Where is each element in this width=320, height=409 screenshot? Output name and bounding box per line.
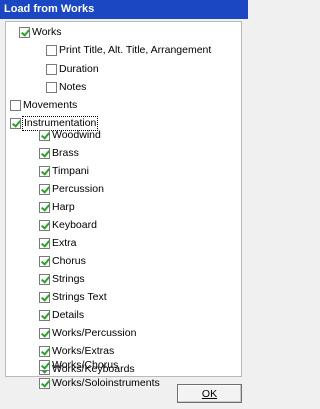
tree-item-label: Works — [32, 26, 62, 38]
checkbox-works-chorus[interactable] — [39, 360, 50, 371]
tree-item-label: Works/Chorus — [52, 359, 119, 371]
tree-item-works-extras[interactable]: Works/Extras — [39, 345, 114, 358]
tree-item-label: Chorus — [52, 255, 86, 267]
options-tree: Works Print Title, Alt. Title, Arrangeme… — [5, 21, 242, 377]
tree-item-notes[interactable]: Notes — [46, 81, 86, 94]
tree-item-harp[interactable]: Harp — [39, 201, 75, 214]
checkbox-strings-text[interactable] — [39, 292, 50, 303]
tree-item-movements[interactable]: Movements — [10, 99, 77, 112]
tree-item-label: Strings — [52, 273, 85, 285]
checkbox-extra[interactable] — [39, 238, 50, 249]
checkbox-brass[interactable] — [39, 148, 50, 159]
tree-item-duration[interactable]: Duration — [46, 63, 99, 76]
tree-item-label: Print Title, Alt. Title, Arrangement — [59, 44, 212, 56]
checkbox-woodwind[interactable] — [39, 130, 50, 141]
tree-item-label: Harp — [52, 201, 75, 213]
tree-item-strings[interactable]: Strings — [39, 273, 85, 286]
window-title: Load from Works — [0, 0, 248, 19]
checkbox-chorus[interactable] — [39, 256, 50, 267]
tree-item-works-chorus[interactable]: Works/Chorus — [39, 359, 118, 372]
checkbox-percussion[interactable] — [39, 184, 50, 195]
checkbox-works-extras[interactable] — [39, 346, 50, 357]
checkbox-timpani[interactable] — [39, 166, 50, 177]
checkbox-duration[interactable] — [46, 64, 57, 75]
tree-item-details[interactable]: Details — [39, 309, 84, 322]
checkbox-print-title[interactable] — [46, 45, 57, 56]
tree-item-label: Details — [52, 309, 85, 321]
tree-item-chorus[interactable]: Chorus — [39, 255, 86, 268]
tree-item-label: Works/Percussion — [52, 327, 137, 339]
tree-item-strings-text[interactable]: Strings Text — [39, 291, 107, 304]
checkbox-details[interactable] — [39, 310, 50, 321]
checkbox-keyboard[interactable] — [39, 220, 50, 231]
tree-item-label: Brass — [52, 147, 79, 159]
checkbox-instrumentation[interactable] — [10, 118, 21, 129]
tree-item-keyboard[interactable]: Keyboard — [39, 219, 97, 232]
checkbox-works-percussion[interactable] — [39, 328, 50, 339]
tree-item-label: Timpani — [52, 165, 89, 177]
tree-item-timpani[interactable]: Timpani — [39, 165, 89, 178]
tree-item-extra[interactable]: Extra — [39, 237, 77, 250]
checkbox-strings[interactable] — [39, 274, 50, 285]
tree-item-label: Extra — [52, 237, 77, 249]
tree-item-percussion[interactable]: Percussion — [39, 183, 104, 196]
tree-item-label: Duration — [59, 63, 99, 75]
tree-item-label: Percussion — [52, 183, 104, 195]
tree-item-label: Movements — [23, 99, 78, 111]
tree-item-label: Notes — [59, 81, 87, 93]
checkbox-works-soloinstruments[interactable] — [39, 378, 50, 389]
tree-item-label: Strings Text — [52, 291, 107, 303]
tree-item-label: Woodwind — [52, 129, 101, 141]
tree-item-label: Keyboard — [52, 219, 97, 231]
checkbox-movements[interactable] — [10, 100, 21, 111]
checkbox-notes[interactable] — [46, 82, 57, 93]
tree-item-brass[interactable]: Brass — [39, 147, 79, 160]
tree-item-works-percussion[interactable]: Works/Percussion — [39, 327, 136, 340]
tree-item-label: Works/Extras — [52, 345, 115, 357]
checkbox-works[interactable] — [19, 27, 30, 38]
tree-item-works[interactable]: Works — [19, 26, 62, 39]
ok-button[interactable]: OK — [177, 384, 242, 403]
tree-item-label: Works/Soloinstruments — [52, 377, 160, 389]
tree-item-works-soloinstruments[interactable]: Works/Soloinstruments — [39, 377, 160, 390]
ok-button-label: OK — [201, 387, 218, 400]
checkbox-harp[interactable] — [39, 202, 50, 213]
tree-item-print-title[interactable]: Print Title, Alt. Title, Arrangement — [46, 44, 211, 57]
tree-item-woodwind[interactable]: Woodwind — [39, 129, 101, 142]
